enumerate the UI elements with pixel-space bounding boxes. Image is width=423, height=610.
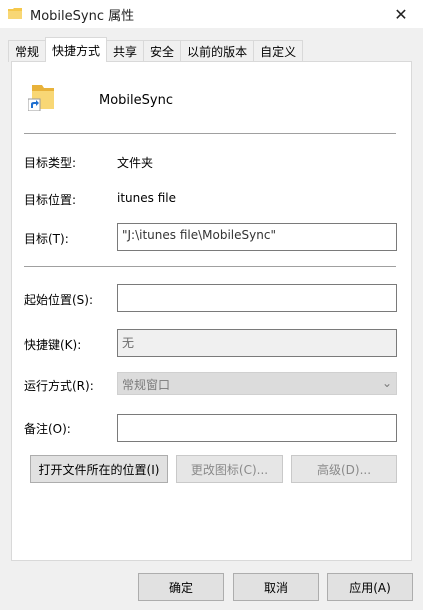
target-type-label: 目标类型: xyxy=(24,156,77,170)
shortcut-key-input[interactable]: 无 xyxy=(117,329,397,357)
tab-shortcut[interactable]: 快捷方式 xyxy=(45,37,108,62)
tab-security[interactable]: 安全 xyxy=(143,40,182,62)
shortcut-name: MobileSync xyxy=(99,93,173,108)
close-button[interactable]: ✕ xyxy=(379,0,423,28)
target-location-label: 目标位置: xyxy=(24,193,77,207)
target-location-value: itunes file xyxy=(117,191,176,205)
title-bar: MobileSync 属性 ✕ xyxy=(0,0,423,28)
tab-sharing[interactable]: 共享 xyxy=(106,40,145,62)
run-select[interactable]: 常规窗口 ⌄ xyxy=(117,372,397,395)
close-icon: ✕ xyxy=(394,4,408,24)
target-type-value: 文件夹 xyxy=(117,156,154,170)
tab-previous-versions[interactable]: 以前的版本 xyxy=(180,40,255,62)
shortcut-folder-icon xyxy=(28,85,54,111)
tab-strip: 常规 快捷方式 共享 安全 以前的版本 自定义 xyxy=(8,37,304,62)
open-file-location-button[interactable]: 打开文件所在的位置(I) xyxy=(30,455,168,483)
target-label: 目标(T): xyxy=(24,232,69,246)
ok-button[interactable]: 确定 xyxy=(138,573,224,601)
advanced-button[interactable]: 高级(D)... xyxy=(291,455,397,483)
start-in-label: 起始位置(S): xyxy=(24,293,94,307)
chevron-down-icon: ⌄ xyxy=(381,376,392,390)
start-in-input[interactable] xyxy=(117,284,397,312)
window-title: MobileSync 属性 xyxy=(30,9,135,24)
separator xyxy=(24,266,396,267)
shortcut-key-label: 快捷键(K): xyxy=(24,338,82,352)
tab-customize[interactable]: 自定义 xyxy=(253,40,304,62)
folder-icon xyxy=(8,8,22,19)
comment-input[interactable] xyxy=(117,414,397,442)
run-label: 运行方式(R): xyxy=(24,379,94,393)
tab-general[interactable]: 常规 xyxy=(8,40,47,62)
target-input[interactable]: "J:\itunes file\MobileSync" xyxy=(117,223,397,251)
comment-label: 备注(O): xyxy=(24,422,71,436)
cancel-button[interactable]: 取消 xyxy=(233,573,319,601)
separator xyxy=(24,133,396,134)
apply-button[interactable]: 应用(A) xyxy=(327,573,413,601)
run-select-value: 常规窗口 xyxy=(122,378,171,392)
shortcut-panel: MobileSync 目标类型: 文件夹 目标位置: itunes file 目… xyxy=(11,61,412,561)
change-icon-button[interactable]: 更改图标(C)... xyxy=(176,455,283,483)
